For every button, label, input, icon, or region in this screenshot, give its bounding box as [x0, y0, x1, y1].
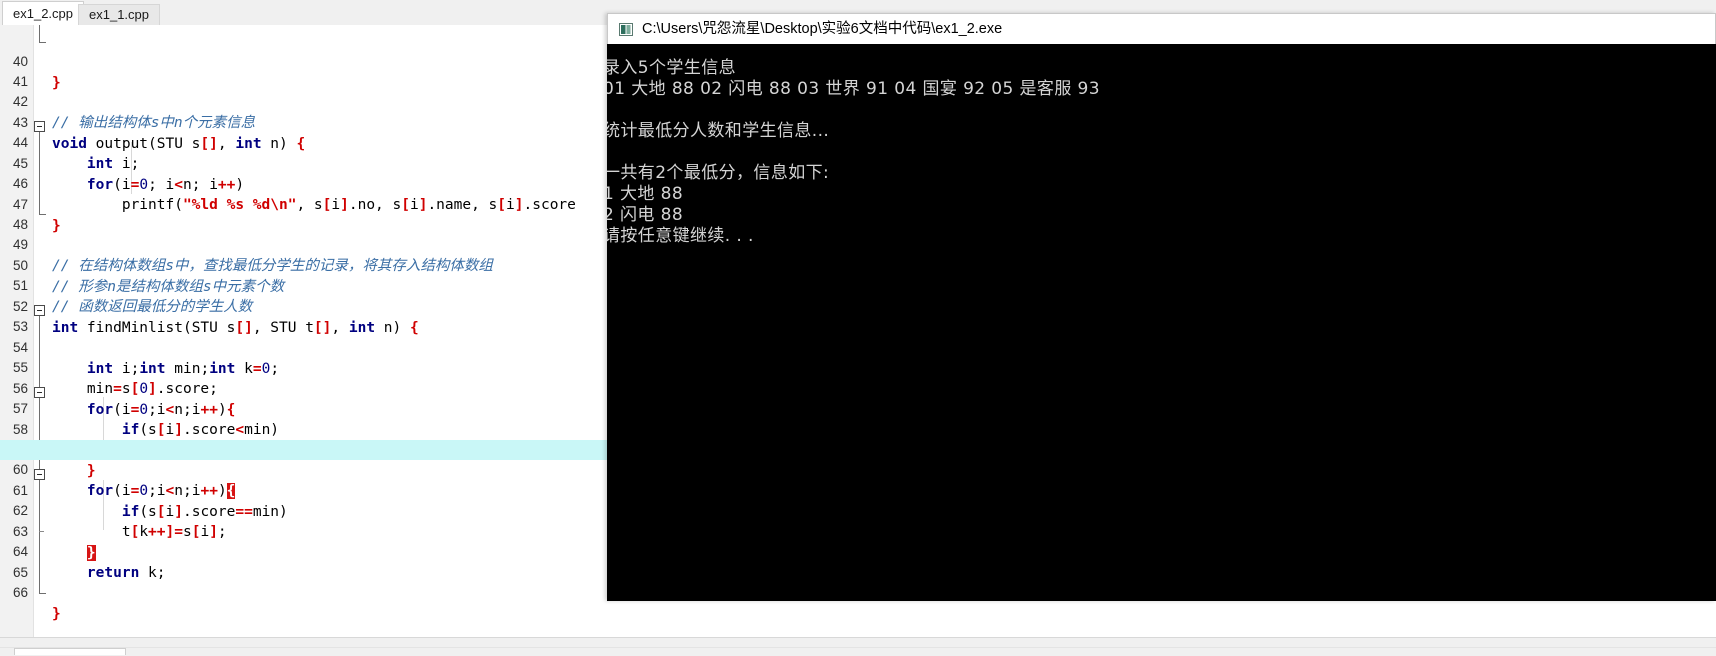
- bottom-panel-tab[interactable]: [14, 648, 126, 655]
- console-line: 录入5个学生信息: [607, 58, 737, 78]
- console-output-area[interactable]: 录入5个学生信息 01 大地 88 02 闪电 88 03 世界 91 04 国…: [607, 44, 1716, 601]
- console-line: 2 闪电 88: [607, 205, 684, 225]
- console-app-icon: [619, 23, 633, 36]
- console-line: 1 大地 88: [607, 184, 684, 204]
- tab-ex1_2-cpp[interactable]: ex1_2.cpp: [2, 1, 84, 26]
- console-line: 请按任意键继续. . .: [607, 226, 754, 246]
- console-title-text: C:\Users\咒怨流星\Desktop\实验6文档中代码\ex1_2.exe: [642, 21, 1003, 37]
- console-line: 一共有2个最低分，信息如下:: [607, 163, 830, 183]
- line-number: 66: [12, 585, 28, 601]
- console-window[interactable]: C:\Users\咒怨流星\Desktop\实验6文档中代码\ex1_2.exe…: [607, 13, 1716, 601]
- tab-ex1_1-cpp[interactable]: ex1_1.cpp: [78, 4, 160, 25]
- console-title-bar[interactable]: C:\Users\咒怨流星\Desktop\实验6文档中代码\ex1_2.exe: [607, 13, 1716, 44]
- bottom-divider: [0, 647, 1716, 648]
- console-line: 01 大地 88 02 闪电 88 03 世界 91 04 国宴 92 05 是…: [607, 79, 1100, 99]
- console-line: 统计最低分人数和学生信息...: [607, 121, 830, 141]
- line-content: }: [52, 605, 61, 622]
